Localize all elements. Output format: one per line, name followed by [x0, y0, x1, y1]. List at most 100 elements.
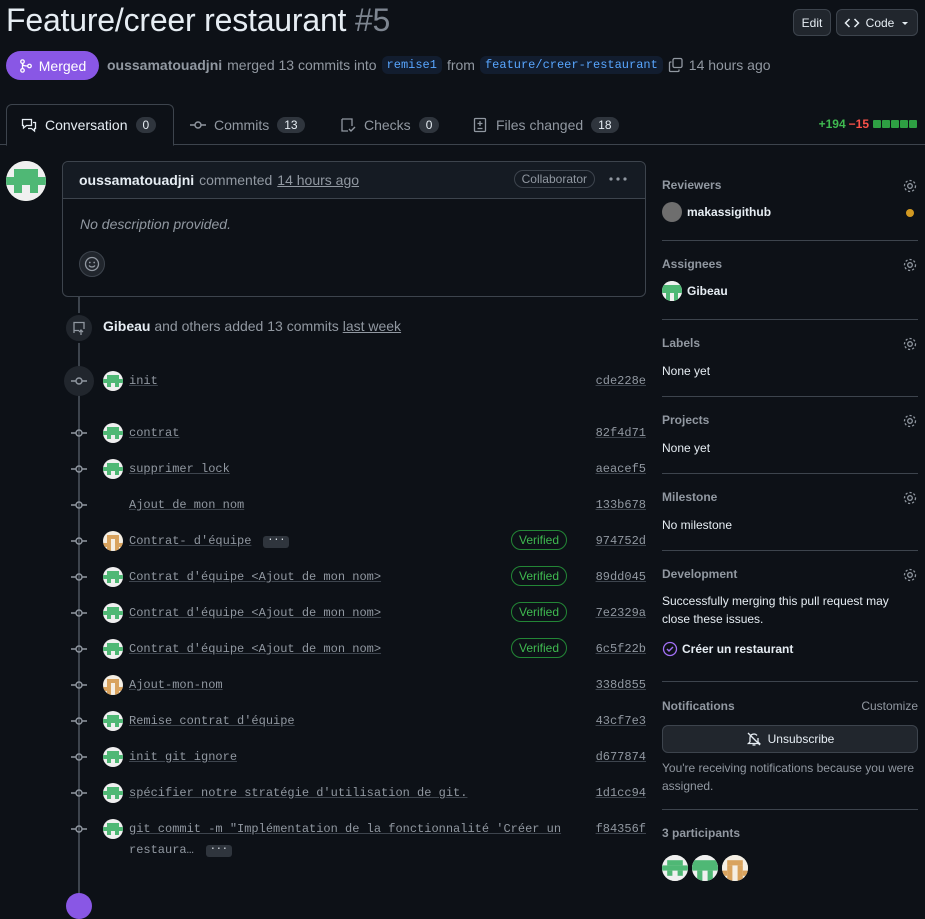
- checklist-icon: [341, 117, 356, 132]
- gear-icon[interactable]: [902, 490, 918, 506]
- unsubscribe-label: Unsubscribe: [767, 732, 835, 746]
- commit-sha[interactable]: 1d1cc94: [596, 786, 646, 800]
- participant-avatar[interactable]: [692, 855, 718, 881]
- verified-badge[interactable]: Verified: [511, 602, 568, 622]
- commit-author-avatar[interactable]: [103, 711, 123, 731]
- commit-message[interactable]: Contrat- d'équipe ···: [129, 534, 290, 548]
- commit-author-avatar[interactable]: [103, 675, 123, 695]
- commit-message[interactable]: init git ignore: [129, 750, 237, 764]
- code-button[interactable]: Code: [836, 9, 918, 36]
- reviewer-avatar: [662, 202, 682, 222]
- gear-icon[interactable]: [902, 567, 918, 583]
- projects-section: Projects None yet: [662, 413, 918, 474]
- kebab-horizontal-icon[interactable]: [609, 176, 627, 182]
- commit-icon: [71, 573, 87, 581]
- comment-time[interactable]: 14 hours ago: [277, 172, 359, 188]
- customize-link[interactable]: Customize: [861, 699, 918, 713]
- commit-author-avatar[interactable]: [103, 747, 123, 767]
- commit-message[interactable]: Contrat d'équipe <Ajout de mon nom>: [129, 606, 381, 620]
- commit-author-avatar[interactable]: [103, 423, 123, 443]
- gear-icon[interactable]: [902, 257, 918, 273]
- commit-message[interactable]: git commit -m "Implémentation de la fonc…: [129, 822, 561, 857]
- commit-sha[interactable]: aeacef5: [596, 462, 646, 476]
- commit-sha[interactable]: 89dd045: [596, 570, 646, 584]
- expand-commit-button[interactable]: ···: [205, 845, 232, 857]
- commit-author-avatar[interactable]: [103, 603, 123, 623]
- commit-message[interactable]: contrat: [129, 426, 179, 440]
- pr-tabs: Conversation 0 Commits 13 Checks 0 Files…: [0, 104, 925, 146]
- gear-icon[interactable]: [902, 413, 918, 429]
- commit-author-avatar[interactable]: [103, 819, 123, 839]
- commit-message-text-cont: restaura…: [129, 843, 194, 857]
- verified-badge[interactable]: Verified: [511, 638, 568, 658]
- participant-avatar[interactable]: [662, 855, 688, 881]
- tab-files-changed[interactable]: Files changed 18: [458, 104, 633, 145]
- commit-sha[interactable]: cde228e: [596, 374, 646, 388]
- commit-author-avatar[interactable]: [103, 567, 123, 587]
- commit-message[interactable]: Ajout de mon nom: [129, 498, 244, 512]
- commit-sha[interactable]: 43cf7e3: [596, 714, 646, 728]
- notifications-section: Notifications Customize Unsubscribe You'…: [662, 699, 918, 810]
- gear-icon[interactable]: [902, 178, 918, 194]
- projects-value: None yet: [662, 441, 711, 455]
- avatar[interactable]: [6, 161, 46, 201]
- pr-meta: oussamatouadjni merged 13 commits into r…: [107, 56, 771, 74]
- development-title: Development: [662, 567, 738, 581]
- participants-avatars: [662, 855, 918, 881]
- commit-message[interactable]: init: [129, 374, 158, 388]
- commit-sha[interactable]: 82f4d71: [596, 426, 646, 440]
- commit-sha[interactable]: 6c5f22b: [596, 642, 646, 656]
- commit-message[interactable]: Remise contrat d'équipe: [129, 714, 295, 728]
- commit-author-avatar[interactable]: [103, 371, 123, 391]
- commit-message[interactable]: Contrat d'équipe <Ajout de mon nom>: [129, 642, 381, 656]
- base-branch[interactable]: remise1: [381, 56, 442, 74]
- linked-issue[interactable]: Créer un restaurant: [662, 641, 918, 657]
- commit-icon: [71, 753, 87, 761]
- comment-author[interactable]: oussamatouadjni: [79, 172, 194, 188]
- commit-author-avatar[interactable]: [103, 531, 123, 551]
- copy-icon[interactable]: [668, 57, 684, 73]
- merge-text: merged 13 commits into: [227, 57, 377, 73]
- commit-message[interactable]: spécifier notre stratégie d'utilisation …: [129, 786, 467, 800]
- deletions-count: −15: [848, 117, 869, 131]
- participant-avatar[interactable]: [722, 855, 748, 881]
- commit-author-avatar[interactable]: [103, 783, 123, 803]
- pr-author-link[interactable]: oussamatouadjni: [107, 57, 222, 73]
- commit-message[interactable]: supprimer lock: [129, 462, 230, 476]
- commit-author-avatar[interactable]: [103, 459, 123, 479]
- commit-sha[interactable]: 338d855: [596, 678, 646, 692]
- file-diff-icon: [473, 117, 487, 132]
- commit-author-avatar[interactable]: [103, 639, 123, 659]
- commit-icon: [190, 120, 206, 129]
- add-reaction-button[interactable]: [79, 251, 105, 277]
- tab-checks[interactable]: Checks 0: [326, 104, 453, 145]
- commit-group-text: and others added 13 commits: [154, 318, 339, 334]
- verified-badge[interactable]: Verified: [511, 530, 568, 550]
- commit-sha[interactable]: d677874: [596, 750, 646, 764]
- head-branch[interactable]: feature/creer-restaurant: [479, 56, 663, 74]
- labels-title: Labels: [662, 336, 701, 350]
- expand-commit-button[interactable]: ···: [263, 536, 290, 548]
- reviewer-item[interactable]: makassigithub: [662, 202, 918, 222]
- commit-sha[interactable]: 974752d: [596, 534, 646, 548]
- commit-group-time[interactable]: last week: [343, 318, 401, 334]
- gear-icon[interactable]: [902, 336, 918, 352]
- commit-group-author[interactable]: Gibeau: [103, 318, 150, 334]
- commit-message[interactable]: Ajout-mon-nom: [129, 678, 223, 692]
- commit-icon: [71, 681, 87, 689]
- edit-button[interactable]: Edit: [793, 9, 831, 36]
- commit-sha[interactable]: 133b678: [596, 498, 646, 512]
- commit-row: init git ignore d677874: [0, 747, 660, 767]
- unsubscribe-button[interactable]: Unsubscribe: [662, 725, 918, 753]
- commit-message[interactable]: Contrat d'équipe <Ajout de mon nom>: [129, 570, 381, 584]
- tab-commits[interactable]: Commits 13: [176, 104, 319, 145]
- tab-conversation[interactable]: Conversation 0: [6, 104, 174, 146]
- commit-sha[interactable]: 7e2329a: [596, 606, 646, 620]
- commit-sha[interactable]: f84356f: [596, 822, 646, 836]
- commit-icon: [71, 645, 87, 653]
- development-section: Development Successfully merging this pu…: [662, 567, 918, 682]
- commit-message-text: spécifier notre stratégie d'utilisation …: [129, 786, 468, 800]
- comment-action: commented: [199, 172, 273, 188]
- verified-badge[interactable]: Verified: [511, 566, 568, 586]
- assignee-item[interactable]: Gibeau: [662, 281, 918, 301]
